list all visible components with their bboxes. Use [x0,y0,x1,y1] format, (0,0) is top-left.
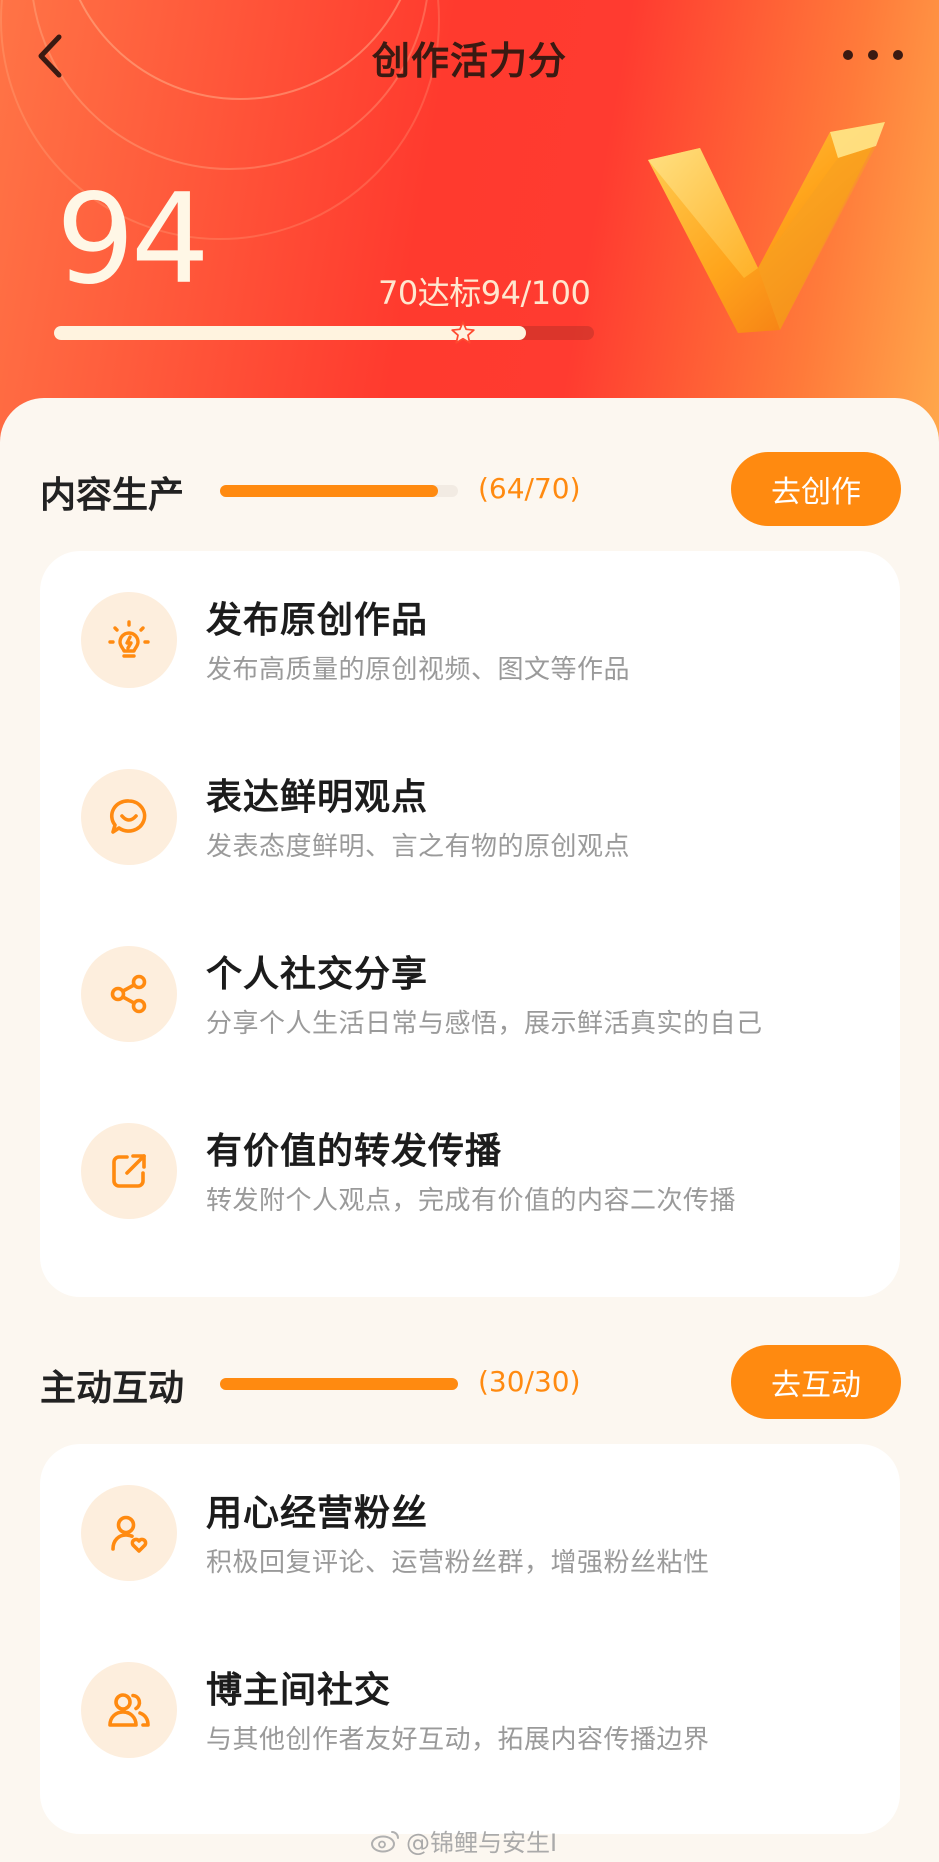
speech-bubble-icon [81,769,177,865]
more-dot [868,50,878,60]
section-count: (30/30) [478,1365,581,1398]
watermark-text: @锦鲤与安生I [406,1829,558,1857]
go-interact-button[interactable]: 去互动 [731,1345,901,1419]
item-title: 有价值的转发传播 [206,1131,503,1172]
item-desc: 转发附个人观点，完成有价值的内容二次传播 [206,1186,737,1216]
content-production-card: 发布原创作品 发布高质量的原创视频、图文等作品 表达鲜明观点 发表态度鲜明、言之… [40,551,900,1297]
weibo-icon [371,1830,399,1852]
section-progress-bar [220,1378,458,1390]
user-heart-icon [81,1485,177,1581]
section-progress-bar [220,485,458,497]
item-desc: 与其他创作者友好互动，拓展内容传播边界 [206,1725,710,1755]
list-item[interactable]: 有价值的转发传播 转发附个人观点，完成有价值的内容二次传播 [40,1098,900,1248]
item-title: 发布原创作品 [206,600,429,641]
item-desc: 发表态度鲜明、言之有物的原创观点 [206,832,631,862]
page-title: 创作活力分 [371,39,567,83]
v-badge-icon [648,122,885,333]
section-header-content-production: 内容生产 (64/70) 去创作 [0,450,939,530]
lightbulb-icon [81,592,177,688]
score-value: 94 [56,168,210,312]
list-item[interactable]: 博主间社交 与其他创作者友好互动，拓展内容传播边界 [40,1637,900,1787]
item-desc: 积极回复评论、运营粉丝群，增强粉丝粘性 [206,1548,710,1578]
item-title: 用心经营粉丝 [206,1493,429,1534]
section-title: 内容生产 [40,475,185,516]
list-item[interactable]: 表达鲜明观点 发表态度鲜明、言之有物的原创观点 [40,744,900,894]
item-desc: 分享个人生活日常与感悟，展示鲜活真实的自己 [206,1009,763,1039]
content-sheet: 内容生产 (64/70) 去创作 发布原创作品 发布高质量的原创视频、图文等作品… [0,398,939,1862]
section-progress-fill [220,485,438,497]
hero-banner: 创作活力分 94 70达标94/100 [0,0,939,460]
section-header-active-interaction: 主动互动 (30/30) 去互动 [0,1343,939,1423]
list-item[interactable]: 用心经营粉丝 积极回复评论、运营粉丝群，增强粉丝粘性 [40,1460,900,1610]
section-title: 主动互动 [40,1368,185,1409]
score-progress-bar [54,321,594,344]
threshold-star-icon [446,316,480,350]
list-item[interactable]: 发布原创作品 发布高质量的原创视频、图文等作品 [40,567,900,717]
section-count: (64/70) [478,472,581,505]
score-goal-text: 70达标94/100 [378,274,591,312]
share-icon [81,946,177,1042]
more-dot [843,50,853,60]
go-create-button[interactable]: 去创作 [731,452,901,526]
more-dot [893,50,903,60]
item-title: 表达鲜明观点 [206,777,429,818]
more-button[interactable] [843,40,903,70]
item-desc: 发布高质量的原创视频、图文等作品 [206,655,631,685]
item-title: 个人社交分享 [206,954,429,995]
active-interaction-card: 用心经营粉丝 积极回复评论、运营粉丝群，增强粉丝粘性 博主间社交 与其他创作者友… [40,1444,900,1834]
forward-icon [81,1123,177,1219]
watermark: @锦鲤与安生I [370,1823,557,1858]
users-icon [81,1662,177,1758]
list-item[interactable]: 个人社交分享 分享个人生活日常与感悟，展示鲜活真实的自己 [40,921,900,1071]
item-title: 博主间社交 [206,1670,392,1711]
section-progress-fill [220,1378,458,1390]
